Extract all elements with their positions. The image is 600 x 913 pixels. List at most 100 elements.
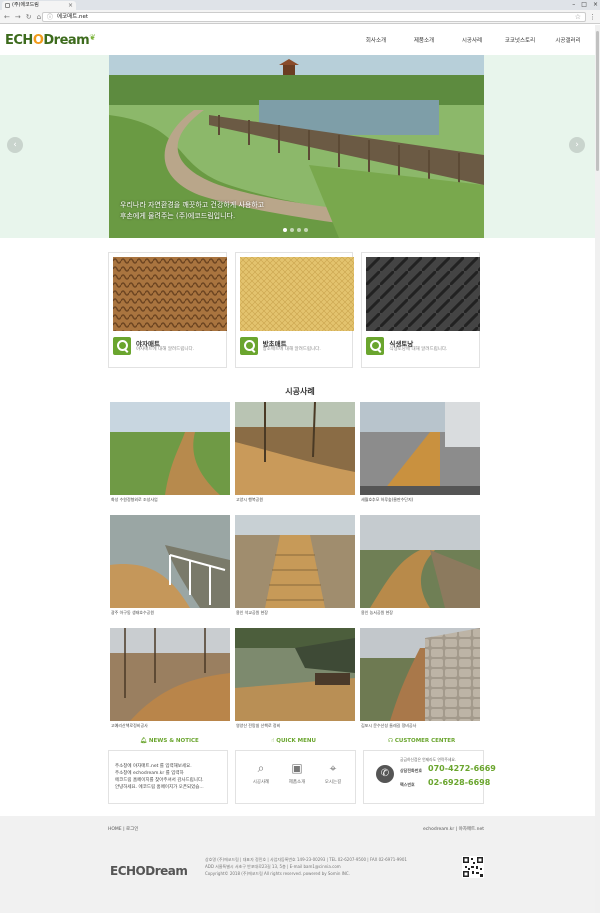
maximize-icon[interactable]: □ xyxy=(581,0,587,9)
company-info-line: 상호명 (주)에코드림 | 대표자 정민호 | 사업자등록번호 149-23-0… xyxy=(205,857,407,862)
quick-menu-heading: ☝︎ QUICK MENU xyxy=(271,738,316,744)
hero-next-button[interactable]: › xyxy=(569,137,585,153)
cases-title: 시공사례 xyxy=(285,387,315,396)
minimize-icon[interactable]: – xyxy=(572,0,575,9)
back-icon[interactable]: ← xyxy=(4,12,10,22)
leaf-icon: ❦ xyxy=(89,33,96,42)
slide-dot[interactable] xyxy=(283,228,287,232)
main-nav: 회사소개 제품소개 시공사례 코코넛스토리 시공갤러리 xyxy=(352,36,592,44)
case-item[interactable]: 용인 농서공원 현장 xyxy=(359,514,481,615)
quick-menu-directions[interactable]: ⌖ 오시는길 xyxy=(318,761,348,785)
fax-number: 02-6928-6698 xyxy=(428,778,491,787)
case-photo xyxy=(110,515,230,608)
magnifier-icon xyxy=(113,337,131,355)
copyright: Copyright© 2018 (주)에코드림 All rights reser… xyxy=(205,871,350,876)
forward-icon[interactable]: → xyxy=(15,12,21,22)
browser-menu-icon[interactable]: ⋮ xyxy=(589,12,596,22)
case-photo xyxy=(360,628,480,721)
info-icon[interactable]: ⓘ xyxy=(47,14,53,22)
bookmark-star-icon[interactable]: ☆ xyxy=(575,13,581,21)
product-image xyxy=(239,257,354,331)
case-caption: 고양시 행복공원 xyxy=(236,497,264,502)
close-window-icon[interactable]: × xyxy=(593,0,598,9)
home-icon[interactable]: ⌂ xyxy=(37,12,41,22)
scrollbar-thumb[interactable] xyxy=(596,31,599,171)
quick-menu-box: ⌕ 시공사례 ▣ 제품소개 ⌖ 오시는길 xyxy=(235,750,356,804)
news-item[interactable]: 주소창에 echodream.kr 를 입력하 xyxy=(115,770,221,777)
footer-logo[interactable]: ECHODream xyxy=(110,864,188,878)
headset-icon: ☊ xyxy=(388,738,393,744)
case-caption: 고예리산책로정비공사 xyxy=(111,723,148,728)
address-bar[interactable]: ⓘ 에코매트.net ☆ xyxy=(42,12,586,22)
product-card-soil-bag[interactable]: 식생토낭 식생토낭에 대해 알려드립니다. xyxy=(361,252,481,368)
product-image xyxy=(113,257,227,331)
fax-label: 팩스번호 xyxy=(400,782,415,787)
news-item[interactable]: 주소창에 야자매트.net 를 입력해보세요. xyxy=(115,763,221,770)
case-photo xyxy=(235,628,355,721)
quick-menu-products[interactable]: ▣ 제품소개 xyxy=(282,761,312,785)
nav-item-gallery[interactable]: 시공갤러리 xyxy=(544,36,592,44)
browser-tab[interactable]: (주)에코드림 × xyxy=(2,1,76,10)
product-image xyxy=(366,257,481,331)
map-pin-icon: ⌖ xyxy=(329,761,337,775)
case-caption: 용인 농서공원 현장 xyxy=(361,610,393,615)
case-item[interactable]: 세월호추모 하루숲(물판수단지) xyxy=(359,401,481,502)
hero-caption: 우리나라 자연환경을 깨끗하고 건강하게 사용하고 후손에게 물려주는 (주)에… xyxy=(120,200,420,222)
nav-item-company[interactable]: 회사소개 xyxy=(352,36,400,44)
product-card-coir-mat[interactable]: 야자매트 야자매트에 대해 알려드립니다. xyxy=(108,252,227,368)
case-photo xyxy=(360,515,480,608)
slide-dot[interactable] xyxy=(290,228,294,232)
hero-prev-button[interactable]: ‹ xyxy=(7,137,23,153)
news-heading: 🔔︎ NEWS & NOTICE xyxy=(140,738,199,744)
slide-dot[interactable] xyxy=(304,228,308,232)
tab-title: (주)에코드림 xyxy=(12,2,39,8)
tel-number[interactable]: 070-4272-6669 xyxy=(428,764,496,773)
bottom-section: 🔔︎ NEWS & NOTICE 주소창에 야자매트.net 를 입력해보세요.… xyxy=(108,738,496,806)
case-item[interactable]: 고예리산책로정비공사 xyxy=(109,627,231,728)
product-desc: 방초매트에 대해 알려드립니다. xyxy=(262,347,321,352)
nav-item-products[interactable]: 제품소개 xyxy=(400,36,448,44)
case-item[interactable]: 광주 아구동 생태호수공원 xyxy=(109,514,231,615)
case-caption: 화성 수원정형외로 조성사업 xyxy=(111,497,158,502)
browser-tab-bar: (주)에코드림 × – □ × xyxy=(0,0,600,10)
product-desc: 식생토낭에 대해 알려드립니다. xyxy=(389,347,448,352)
page-scrollbar[interactable] xyxy=(595,25,600,913)
footer-site-links[interactable]: echodream.kr | 야자매트.net xyxy=(423,826,484,832)
news-item[interactable]: 안녕하세요. 에코드림 홈페이지가 오픈되었습... xyxy=(115,784,221,791)
tab-close-icon[interactable]: × xyxy=(68,1,73,10)
product-list: 야자매트 야자매트에 대해 알려드립니다. 방초매트 방초매트에 대해 알려드립… xyxy=(108,252,481,368)
search-icon: ⌕ xyxy=(257,761,265,775)
case-caption: 용인 석교공원 현장 xyxy=(236,610,268,615)
case-photo xyxy=(110,628,230,721)
case-item[interactable]: 용인 석교공원 현장 xyxy=(234,514,356,615)
nav-item-cases[interactable]: 시공사례 xyxy=(448,36,496,44)
site-logo[interactable]: ECHODream❦ xyxy=(5,33,96,48)
case-item[interactable]: 영양산 전망쉼 산책로 정비 xyxy=(234,627,356,728)
hero-caption-line1: 우리나라 자연환경을 깨끗하고 건강하게 사용하고 xyxy=(120,201,265,209)
case-caption: 영양산 전망쉼 산책로 정비 xyxy=(236,723,281,728)
news-item[interactable]: 에코드림 홈페이지를 찾아주셔서 감사드립니다. xyxy=(115,777,221,784)
hand-icon: ☝︎ xyxy=(271,738,275,744)
nav-item-story[interactable]: 코코넛스토리 xyxy=(496,36,544,44)
product-desc: 야자매트에 대해 알려드립니다. xyxy=(136,347,195,352)
slide-dots xyxy=(283,228,308,232)
case-caption: 세월호추모 하루숲(물판수단지) xyxy=(361,497,414,502)
case-item[interactable]: 김포시 문수산성 둘레길 정비공사 xyxy=(359,627,481,728)
magnifier-icon xyxy=(239,337,258,355)
center-subtitle: 궁금하신점은 언제라도 연락주세요. xyxy=(400,757,457,762)
case-caption: 광주 아구동 생태호수공원 xyxy=(111,610,155,615)
reload-icon[interactable]: ↻ xyxy=(26,12,32,22)
case-item[interactable]: 화성 수원정형외로 조성사업 xyxy=(109,401,231,502)
tel-label: 상담전화번호 xyxy=(400,768,423,773)
bell-icon: 🔔︎ xyxy=(140,738,147,744)
quick-menu-cases[interactable]: ⌕ 시공사례 xyxy=(246,761,276,785)
case-item[interactable]: 고양시 행복공원 xyxy=(234,401,356,502)
browser-toolbar: ← → ↻ ⌂ ⓘ 에코매트.net ☆ ⋮ xyxy=(0,10,600,24)
slide-dot[interactable] xyxy=(297,228,301,232)
customer-center-box: ✆ 궁금하신점은 언제라도 연락주세요. 상담전화번호 070-4272-666… xyxy=(363,750,496,804)
product-card-weed-mat[interactable]: 방초매트 방초매트에 대해 알려드립니다. xyxy=(234,252,354,368)
site-header: ECHODream❦ 회사소개 제품소개 시공사례 코코넛스토리 시공갤러리 xyxy=(0,25,600,55)
qr-code xyxy=(462,856,484,878)
footer-links[interactable]: HOME | 로그인 xyxy=(108,826,138,832)
case-caption: 김포시 문수산성 둘레길 정비공사 xyxy=(361,723,417,728)
